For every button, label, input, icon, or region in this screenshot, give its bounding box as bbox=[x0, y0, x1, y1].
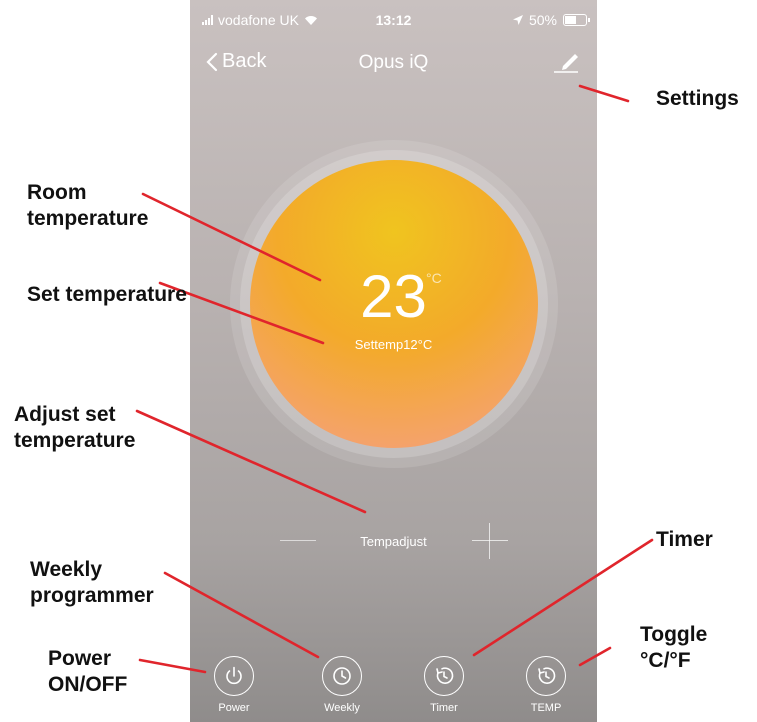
power-line bbox=[138, 658, 207, 674]
toggle-line bbox=[578, 646, 612, 667]
annotation-weekly-programmer: Weekly programmer bbox=[30, 558, 154, 608]
annotation-lines bbox=[135, 84, 654, 674]
annotation-toggle: Toggle °C/°F bbox=[640, 623, 708, 673]
timer-line bbox=[472, 538, 654, 657]
annotation-settings: Settings bbox=[656, 87, 739, 110]
annotation-set-temperature: Set temperature bbox=[27, 283, 187, 306]
annotation-room-temperature: Room temperature bbox=[27, 181, 149, 231]
annotation-adjust-set-temperature: Adjust set temperature bbox=[14, 403, 136, 453]
settings-line bbox=[578, 84, 630, 103]
annotation-power: Power ON/OFF bbox=[48, 647, 128, 697]
annotation-timer: Timer bbox=[656, 528, 713, 551]
